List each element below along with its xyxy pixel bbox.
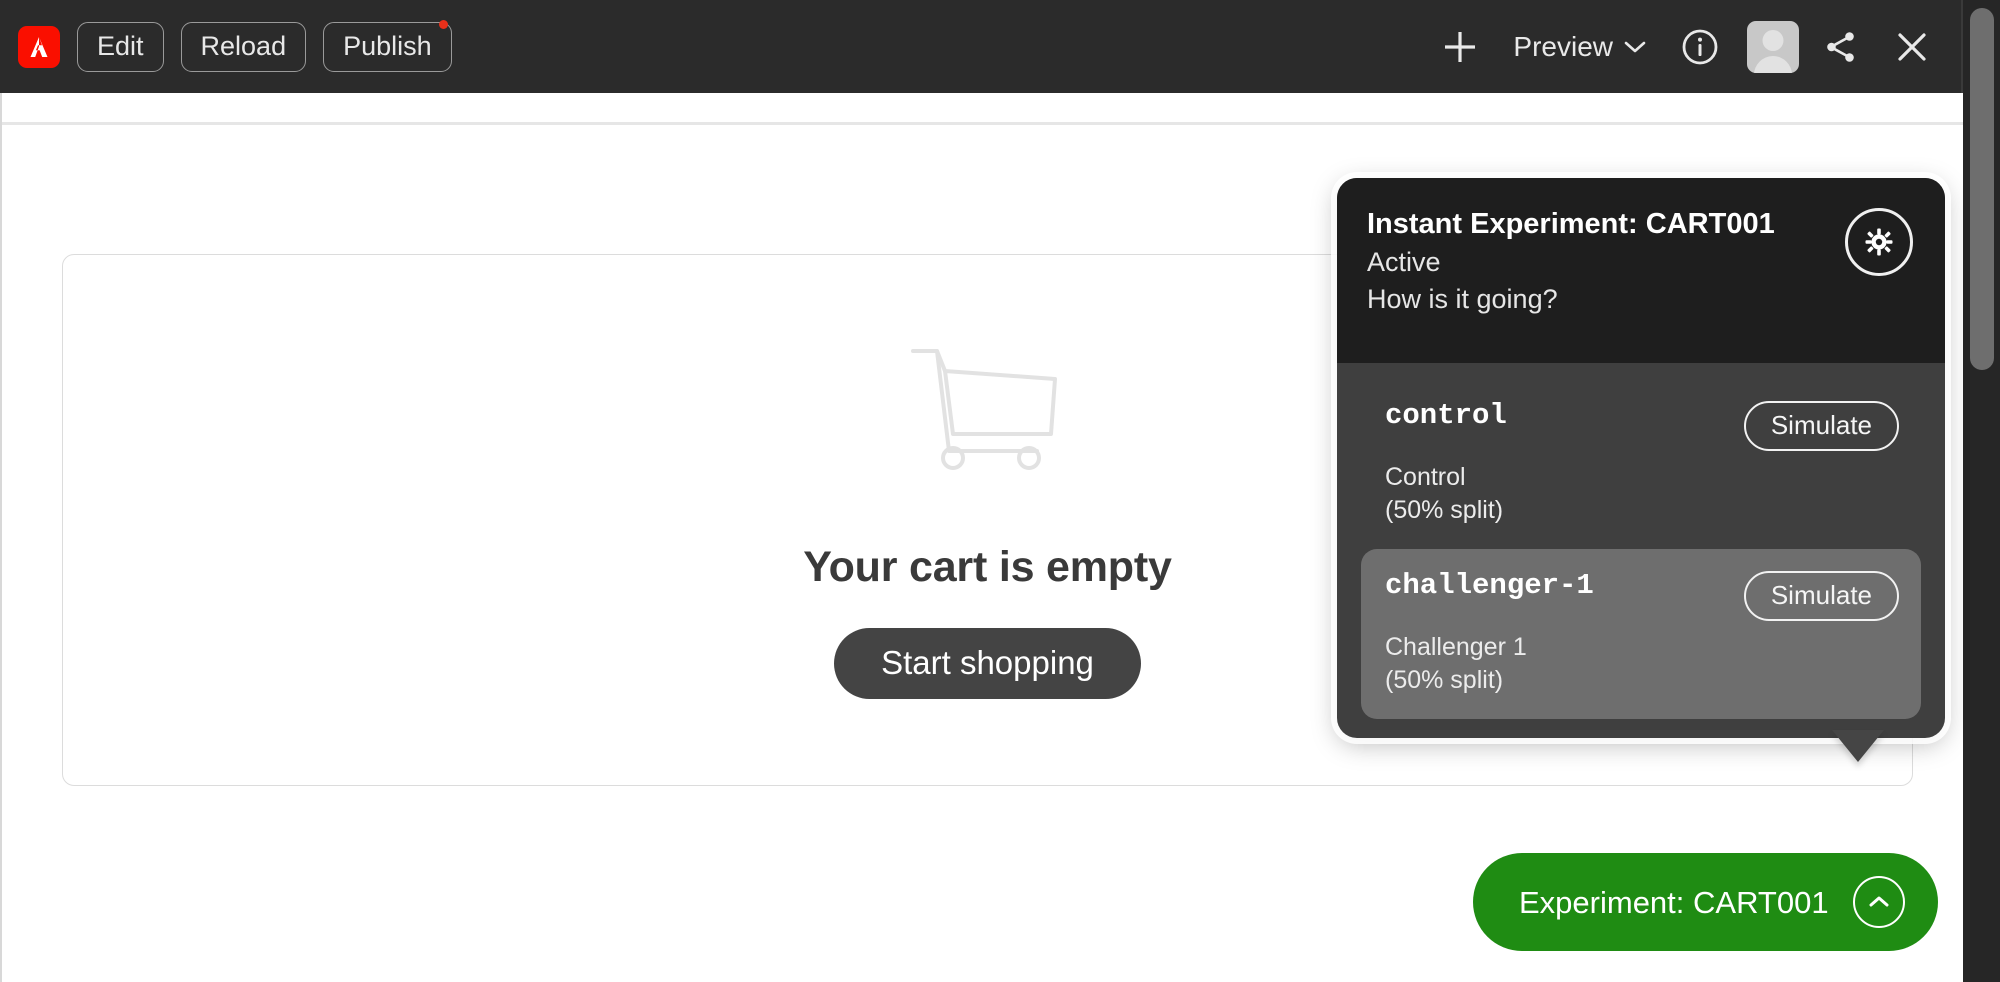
preview-dropdown[interactable]: Preview [1491, 31, 1665, 63]
chevron-up-circle-icon[interactable] [1852, 876, 1905, 928]
variant-control-description: Control [1385, 463, 1466, 491]
page-header-divider [0, 122, 1963, 125]
avatar-body [1754, 55, 1792, 73]
variant-control-top: control Simulate [1385, 399, 1899, 451]
preview-dropdown-label: Preview [1513, 30, 1613, 62]
cart-empty-title: Your cart is empty [803, 543, 1172, 591]
variant-challenger-1-key: challenger-1 [1385, 569, 1594, 602]
experiment-question: How is it going? [1367, 283, 1558, 314]
variant-row-control[interactable]: control Simulate Control (50% split) [1361, 379, 1921, 549]
simulate-button-control-label: Simulate [1770, 410, 1872, 440]
publish-button[interactable]: Publish [323, 19, 452, 72]
top-toolbar: Edit Reload Publish Preview [0, 0, 1963, 93]
publish-notification-dot [438, 19, 448, 29]
chevron-down-icon [1623, 39, 1647, 55]
edit-button-label: Edit [97, 31, 144, 61]
app-root: Edit Reload Publish Preview Your cart is… [0, 0, 2000, 982]
adobe-logo-icon[interactable] [18, 25, 60, 68]
start-shopping-label: Start shopping [881, 644, 1094, 681]
page-scrollbar-thumb[interactable] [1970, 8, 1994, 370]
shopping-cart-icon [905, 341, 1065, 471]
variant-challenger-1-split: (50% split) [1385, 666, 1504, 694]
start-shopping-button[interactable]: Start shopping [834, 628, 1141, 699]
user-avatar-icon[interactable] [1747, 20, 1799, 73]
experiment-variants-list: control Simulate Control (50% split) cha… [1337, 363, 1945, 738]
page-left-edge [0, 93, 2, 982]
experiment-toggle-pill[interactable]: Experiment: CART001 [1473, 853, 1938, 951]
simulate-button-challenger-1-label: Simulate [1770, 580, 1872, 610]
share-icon[interactable] [1815, 21, 1867, 73]
experiment-pill-label: Experiment: CART001 [1519, 884, 1829, 920]
experiment-panel: Instant Experiment: CART001 Active How i… [1337, 178, 1945, 738]
variant-control-split: (50% split) [1385, 496, 1504, 524]
toolbar-right-group: Preview [1429, 16, 1963, 78]
info-circle-icon[interactable] [1671, 18, 1729, 76]
experiment-settings-button[interactable] [1845, 208, 1913, 276]
publish-button-label: Publish [343, 31, 432, 61]
experiment-panel-pointer [1832, 730, 1884, 762]
variant-challenger-1-description: Challenger 1 [1385, 633, 1527, 661]
variant-challenger-1-top: challenger-1 Simulate [1385, 569, 1899, 621]
reload-button[interactable]: Reload [180, 21, 307, 72]
toolbar-left-group: Edit Reload Publish [18, 19, 452, 72]
variant-challenger-1-text: challenger-1 [1385, 569, 1594, 602]
variant-control-key: control [1385, 399, 1507, 432]
close-icon[interactable] [1885, 20, 1939, 74]
plus-icon[interactable] [1429, 16, 1491, 78]
experiment-status: Active [1367, 247, 1441, 278]
variant-row-challenger-1[interactable]: challenger-1 Simulate Challenger 1 (50% … [1361, 549, 1921, 719]
edit-button[interactable]: Edit [77, 21, 164, 72]
simulate-button-control[interactable]: Simulate [1743, 401, 1899, 451]
experiment-title: Instant Experiment: CART001 [1367, 208, 1775, 240]
reload-button-label: Reload [200, 31, 287, 61]
experiment-panel-header: Instant Experiment: CART001 Active How i… [1337, 178, 1945, 363]
gear-icon [1864, 227, 1894, 257]
simulate-button-challenger-1[interactable]: Simulate [1743, 571, 1899, 621]
avatar-head [1762, 29, 1784, 51]
variant-control-text: control [1385, 399, 1507, 432]
